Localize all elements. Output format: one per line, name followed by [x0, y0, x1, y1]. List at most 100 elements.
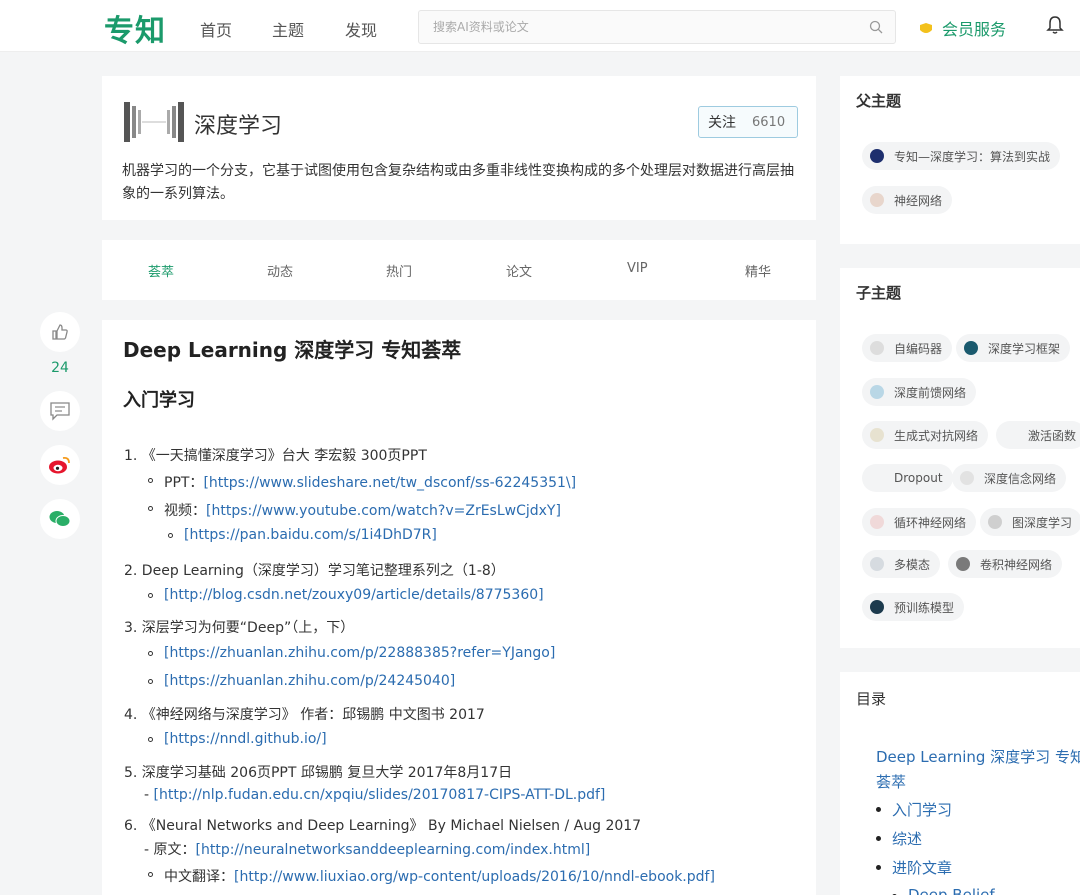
parent-topics-card: 父主题 专知—深度学习：算法到实战 神经网络	[840, 76, 1080, 244]
thumbs-up-icon	[52, 324, 68, 340]
toc-bullet	[876, 865, 881, 870]
comment-icon	[50, 402, 70, 421]
topic-icon	[870, 600, 884, 614]
bullet-dot	[148, 478, 153, 483]
child-topic-chip[interactable]: 循环神经网络	[862, 508, 977, 536]
child-topic-chip[interactable]: 图深度学习	[980, 508, 1080, 536]
nav-topics[interactable]: 主题	[272, 17, 304, 41]
vip-service-link[interactable]: 会员服务	[918, 16, 1006, 40]
bullet-dot	[148, 506, 153, 511]
like-button[interactable]	[40, 312, 80, 352]
topic-icon	[960, 471, 974, 485]
topic-icon	[870, 471, 884, 485]
list-item: [https://zhuanlan.zhihu.com/p/24245040]	[164, 673, 455, 689]
list-item: 4. 《神经网络与深度学习》 作者：邱锡鹏 中文图书 2017	[124, 707, 485, 723]
link[interactable]: [https://www.slideshare.net/tw_dsconf/ss…	[203, 475, 576, 491]
crown-icon	[920, 23, 932, 33]
link[interactable]: [https://zhuanlan.zhihu.com/p/24245040]	[164, 673, 455, 689]
list-item: 中文翻译：[http://www.liuxiao.org/wp-content/…	[164, 869, 715, 885]
child-topic-chip[interactable]: 生成式对抗网络	[862, 421, 989, 449]
nav-home[interactable]: 首页	[200, 17, 232, 41]
article-title: Deep Learning 深度学习 专知荟萃	[123, 338, 462, 362]
tab-featured[interactable]: 精华	[745, 261, 771, 280]
topic-icon	[988, 515, 1002, 529]
topic-icon	[870, 193, 884, 207]
link[interactable]: [https://zhuanlan.zhihu.com/p/22888385?r…	[164, 645, 555, 661]
wechat-share-button[interactable]	[40, 499, 80, 539]
list-item: 3. 深层学习为何要“Deep”（上，下）	[124, 620, 355, 636]
link[interactable]: [http://nlp.fudan.edu.cn/xpqiu/slides/20…	[154, 787, 606, 803]
child-topic-chip[interactable]: Dropout	[862, 464, 953, 492]
link[interactable]: [https://www.youtube.com/watch?v=ZrEsLwC…	[206, 503, 561, 519]
child-topic-chip[interactable]: 激活函数	[996, 421, 1080, 449]
comment-button[interactable]	[40, 391, 80, 431]
link[interactable]: [https://nndl.github.io/]	[164, 731, 327, 747]
list-item: - [http://nlp.fudan.edu.cn/xpqiu/slides/…	[144, 787, 606, 803]
parent-topic-chip[interactable]: 专知—深度学习：算法到实战	[862, 142, 1061, 170]
list-item: - 原文：[http://neuralnetworksanddeeplearni…	[144, 842, 591, 858]
child-topics-card: 子主题 自编码器 深度学习框架 深度前馈网络 生成式对抗网络 激活函数 Drop…	[840, 268, 1080, 648]
follow-button[interactable]: 关注 6610	[698, 106, 798, 138]
child-topic-chip[interactable]: 多模态	[862, 550, 941, 578]
site-logo[interactable]: 专知	[104, 6, 166, 50]
list-item: 6. 《Neural Networks and Deep Learning》 B…	[124, 818, 642, 834]
article-card: Deep Learning 深度学习 专知荟萃 入门学习 1. 《一天搞懂深度学…	[102, 320, 816, 895]
list-item: 1. 《一天搞懂深度学习》台大 李宏毅 300页PPT	[124, 448, 427, 464]
toc-item[interactable]: Deep Belief	[908, 886, 995, 895]
search-box[interactable]: 搜索AI资料或论文	[418, 10, 896, 44]
toc-heading: 目录	[856, 690, 887, 708]
bullet-dot	[168, 533, 173, 538]
search-icon[interactable]	[869, 20, 883, 34]
bullet-dot	[148, 679, 153, 684]
link[interactable]: [http://blog.csdn.net/zouxy09/article/de…	[164, 587, 544, 603]
bullet-dot	[148, 593, 153, 598]
topic-icon	[964, 341, 978, 355]
topic-icon	[956, 557, 970, 571]
follow-count: 6610	[752, 114, 786, 130]
top-navbar: 专知 首页 主题 发现 搜索AI资料或论文 会员服务	[0, 0, 1080, 52]
child-topic-chip[interactable]: 自编码器	[862, 334, 953, 362]
toc-card: 目录 Deep Learning 深度学习 专知 荟萃 入门学习 综述 进阶文章…	[840, 672, 1080, 895]
like-count: 24	[51, 360, 69, 376]
child-topic-chip[interactable]: 深度信念网络	[952, 464, 1067, 492]
tab-vip[interactable]: VIP	[627, 261, 648, 276]
toc-item[interactable]: 入门学习	[892, 799, 952, 820]
child-topic-chip[interactable]: 深度前馈网络	[862, 378, 977, 406]
child-topic-chip[interactable]: 预训练模型	[862, 593, 965, 621]
list-item: 5. 深度学习基础 206页PPT 邱锡鹏 复旦大学 2017年8月17日	[124, 765, 513, 781]
link[interactable]: [https://pan.baidu.com/s/1i4DhD7R]	[184, 527, 437, 543]
weibo-icon	[49, 456, 70, 474]
tab-activity[interactable]: 动态	[267, 261, 293, 280]
toc-bullet	[876, 836, 881, 841]
topic-icon	[1004, 428, 1018, 442]
nav-discover[interactable]: 发现	[345, 17, 377, 41]
child-topic-chip[interactable]: 深度学习框架	[956, 334, 1071, 362]
topic-header-card: 深度学习 关注 6610 机器学习的一个分支，它基于试图使用包含复杂结构或由多重…	[102, 76, 816, 220]
link[interactable]: [http://neuralnetworksanddeeplearning.co…	[196, 842, 591, 858]
topic-icon	[870, 557, 884, 571]
toc-item[interactable]: 综述	[892, 828, 922, 849]
toc-title-link-cont[interactable]: 荟萃	[876, 771, 906, 792]
topic-icon	[870, 428, 884, 442]
child-topics-heading: 子主题	[856, 284, 902, 302]
section-title: 入门学习	[123, 390, 195, 411]
tab-hot[interactable]: 热门	[386, 261, 412, 280]
vip-label: 会员服务	[942, 20, 1007, 39]
toc-title-link[interactable]: Deep Learning 深度学习 专知	[876, 746, 1080, 767]
parent-topic-chip[interactable]: 神经网络	[862, 186, 953, 214]
tab-papers[interactable]: 论文	[506, 261, 532, 280]
topic-icon	[870, 341, 884, 355]
bell-icon[interactable]	[1044, 14, 1066, 36]
weibo-share-button[interactable]	[40, 445, 80, 485]
toc-item[interactable]: 进阶文章	[892, 857, 952, 878]
list-item: 视频：[https://www.youtube.com/watch?v=ZrEs…	[164, 503, 561, 519]
follow-label: 关注	[708, 115, 736, 131]
list-item: 2. Deep Learning（深度学习）学习笔记整理系列之（1-8）	[124, 563, 505, 579]
parent-topics-heading: 父主题	[856, 92, 902, 110]
list-item: [https://zhuanlan.zhihu.com/p/22888385?r…	[164, 645, 555, 661]
link[interactable]: [http://www.liuxiao.org/wp-content/uploa…	[234, 869, 715, 885]
tab-digest[interactable]: 荟萃	[148, 261, 174, 280]
search-input[interactable]: 搜索AI资料或论文	[433, 18, 529, 35]
topic-icon	[870, 515, 884, 529]
child-topic-chip[interactable]: 卷积神经网络	[948, 550, 1063, 578]
